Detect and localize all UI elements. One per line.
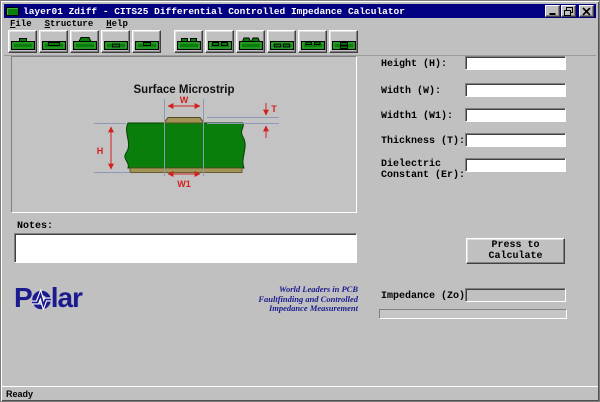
- trace-shape: [164, 118, 204, 124]
- impedance-label: Impedance (Zo):: [381, 291, 471, 302]
- close-icon: [582, 7, 591, 16]
- application-window: layer01 Zdiff - CITS25 Differential Cont…: [0, 0, 600, 402]
- toolbar-button-diff-offset-stripline[interactable]: [298, 30, 327, 53]
- menu-help[interactable]: Help: [104, 19, 130, 29]
- calculate-button-line2: Calculate: [488, 251, 542, 262]
- menu-bar: File Structure Help: [4, 18, 596, 30]
- structure-diagram-panel: Surface Microstrip: [11, 56, 357, 213]
- stripline-icon: [104, 33, 128, 51]
- surface-microstrip-icon: [11, 33, 35, 51]
- calculate-button-line1: Press to: [491, 240, 539, 251]
- width-input[interactable]: [465, 83, 566, 97]
- coated-microstrip-icon: [73, 33, 97, 51]
- polar-logo-o-pulse-icon: [31, 289, 52, 310]
- notes-label: Notes:: [17, 221, 53, 232]
- height-label: Height (H):: [381, 59, 473, 70]
- close-button[interactable]: [579, 5, 594, 17]
- toolbar: [4, 30, 596, 55]
- toolbar-button-embedded-microstrip[interactable]: [39, 30, 68, 53]
- toolbar-button-stripline[interactable]: [101, 30, 130, 53]
- restore-button[interactable]: [561, 5, 576, 17]
- restore-icon: [564, 7, 573, 16]
- toolbar-button-broadside-coupled-stripline[interactable]: [329, 30, 358, 53]
- broadside-coupled-stripline-icon: [332, 33, 356, 51]
- toolbar-button-diff-stripline[interactable]: [267, 30, 296, 53]
- toolbar-button-offset-stripline[interactable]: [132, 30, 161, 53]
- toolbar-button-coated-microstrip[interactable]: [70, 30, 99, 53]
- diff-stripline-icon: [270, 33, 294, 51]
- width1-label: Width1 (W1):: [381, 111, 473, 122]
- menu-structure[interactable]: Structure: [43, 19, 96, 29]
- toolbar-button-diff-surface-microstrip[interactable]: [174, 30, 203, 53]
- window-title: layer01 Zdiff - CITS25 Differential Cont…: [23, 6, 405, 17]
- impedance-output: [465, 288, 566, 302]
- title-bar: layer01 Zdiff - CITS25 Differential Cont…: [4, 4, 596, 18]
- polar-logo-lar: lar: [51, 284, 82, 312]
- minimize-button[interactable]: [545, 5, 560, 17]
- status-text: Ready: [6, 389, 33, 399]
- minimize-icon: [548, 7, 557, 16]
- diff-surface-microstrip-icon: [177, 33, 201, 51]
- dim-label-h: H: [97, 146, 104, 156]
- polar-logo-p: P: [14, 284, 32, 312]
- diff-embedded-microstrip-icon: [208, 33, 232, 51]
- offset-stripline-icon: [135, 33, 159, 51]
- dim-label-t: T: [271, 104, 277, 114]
- diff-offset-stripline-icon: [301, 33, 325, 51]
- thickness-label: Thickness (T):: [381, 136, 473, 147]
- brand-tagline: World Leaders in PCB Faultfinding and Co…: [216, 285, 358, 314]
- ground-plane-shape: [130, 168, 242, 173]
- calculate-button[interactable]: Press to Calculate: [466, 238, 565, 264]
- embedded-microstrip-icon: [42, 33, 66, 51]
- status-bar: Ready: [2, 386, 598, 400]
- tagline-line3: Impedance Measurement: [216, 304, 358, 314]
- polar-logo: Plar: [14, 284, 82, 312]
- menu-file[interactable]: File: [8, 19, 34, 29]
- substrate-shape: [125, 123, 245, 168]
- diff-coated-microstrip-icon: [239, 33, 263, 51]
- structure-diagram: Surface Microstrip: [12, 57, 356, 212]
- toolbar-button-surface-microstrip[interactable]: [8, 30, 37, 53]
- dielectric-constant-label: Dielectric Constant (Er):: [381, 159, 473, 181]
- thickness-input[interactable]: [465, 133, 566, 147]
- app-icon: [6, 7, 19, 16]
- width1-input[interactable]: [465, 108, 566, 122]
- progress-bar: [379, 309, 567, 319]
- dielectric-constant-input[interactable]: [465, 158, 566, 172]
- toolbar-button-diff-coated-microstrip[interactable]: [236, 30, 265, 53]
- toolbar-button-diff-embedded-microstrip[interactable]: [205, 30, 234, 53]
- dim-label-w1: W1: [177, 179, 191, 189]
- dim-label-w: W: [180, 95, 189, 105]
- height-input[interactable]: [465, 56, 566, 70]
- width-label: Width (W):: [381, 86, 473, 97]
- notes-input[interactable]: [14, 233, 357, 263]
